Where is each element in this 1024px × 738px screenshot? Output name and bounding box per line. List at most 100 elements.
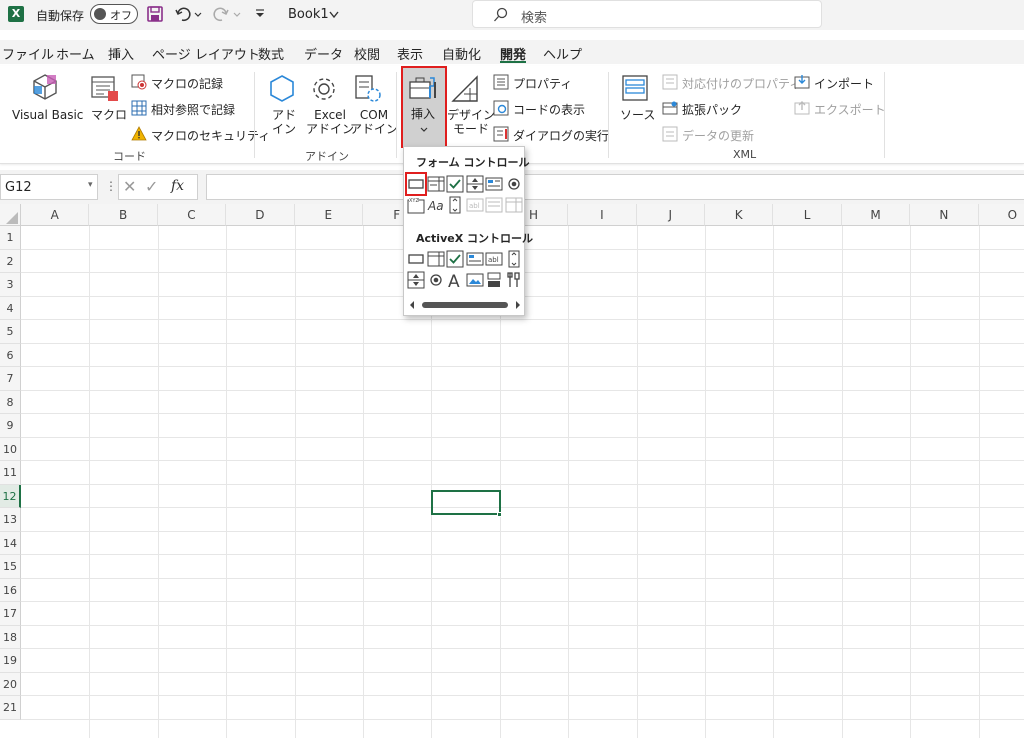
row-header-18[interactable]: 18 <box>0 625 21 649</box>
more-options-icon[interactable]: ⋮ <box>105 179 117 193</box>
option-button-icon[interactable] <box>505 175 523 193</box>
column-header-e[interactable]: E <box>294 204 363 226</box>
macro-security-button[interactable]: マクロのセキュリティ <box>151 127 270 144</box>
activex-checkbox-icon[interactable] <box>446 250 464 268</box>
xml-source-button[interactable]: ソース <box>620 108 655 122</box>
row-header-15[interactable]: 15 <box>0 555 21 579</box>
insert-function-button[interactable]: fx <box>171 178 184 194</box>
book-title[interactable]: Book1 <box>288 7 329 22</box>
more-controls-icon[interactable] <box>505 271 523 289</box>
visual-basic-icon[interactable] <box>30 72 60 102</box>
activex-scroll-bar-icon[interactable] <box>505 250 523 268</box>
column-header-a[interactable]: A <box>21 204 90 226</box>
row-header-12[interactable]: 12 <box>0 484 21 508</box>
autosave-toggle[interactable]: オフ <box>90 4 138 24</box>
column-header-o[interactable]: O <box>978 204 1024 226</box>
com-addin-icon[interactable] <box>354 74 382 104</box>
column-header-m[interactable]: M <box>841 204 911 226</box>
row-header-11[interactable]: 11 <box>0 461 21 485</box>
cancel-icon[interactable]: ✕ <box>123 177 136 196</box>
row-header-14[interactable]: 14 <box>0 531 21 555</box>
row-header-13[interactable]: 13 <box>0 508 21 532</box>
record-macro-button[interactable]: マクロの記録 <box>151 75 223 92</box>
addin-icon[interactable] <box>268 74 296 104</box>
excel-addin-button[interactable]: Excel アドイン <box>306 108 354 136</box>
fill-handle[interactable] <box>497 512 502 517</box>
search-box[interactable]: 検索 <box>472 0 822 28</box>
activex-combo-box-icon[interactable] <box>427 250 445 268</box>
visual-basic-button[interactable]: Visual Basic <box>12 108 83 122</box>
column-header-n[interactable]: N <box>910 204 979 226</box>
com-addin-button[interactable]: COM アドイン <box>350 108 398 136</box>
row-header-19[interactable]: 19 <box>0 649 21 673</box>
tab-help[interactable]: ヘルプ <box>543 44 582 63</box>
tab-formulas[interactable]: 数式 <box>258 44 284 63</box>
row-header-4[interactable]: 4 <box>0 296 21 320</box>
scroll-bar-icon[interactable] <box>446 196 464 214</box>
dropdown-scrollbar[interactable] <box>408 299 522 311</box>
column-header-i[interactable]: I <box>568 204 637 226</box>
name-box[interactable]: G12 <box>0 174 98 200</box>
redo-icon[interactable] <box>212 5 242 23</box>
formula-input[interactable] <box>206 174 1024 200</box>
group-box-icon[interactable]: XYZ <box>407 196 425 214</box>
combo-box-icon[interactable] <box>427 175 445 193</box>
gear-icon[interactable] <box>309 74 339 104</box>
column-header-j[interactable]: J <box>636 204 705 226</box>
activex-list-box-icon[interactable] <box>466 250 484 268</box>
import-button[interactable]: インポート <box>814 75 874 92</box>
refresh-data-button[interactable]: データの更新 <box>682 127 754 144</box>
row-header-5[interactable]: 5 <box>0 320 21 344</box>
chevron-down-icon[interactable] <box>328 10 340 20</box>
tab-automate[interactable]: 自動化 <box>442 44 481 63</box>
export-button[interactable]: エクスポート <box>814 101 886 118</box>
activex-option-button-icon[interactable] <box>427 271 445 289</box>
tab-file[interactable]: ファイル <box>2 44 54 63</box>
design-mode-button[interactable]: デザイン モード <box>447 108 495 136</box>
tab-home[interactable]: ホーム <box>56 44 95 63</box>
column-header-c[interactable]: C <box>157 204 227 226</box>
row-header-16[interactable]: 16 <box>0 578 21 602</box>
view-code-button[interactable]: コードの表示 <box>513 101 585 118</box>
activex-label-icon[interactable]: A <box>446 271 464 289</box>
row-header-1[interactable]: 1 <box>0 226 21 250</box>
customize-qat-icon[interactable] <box>254 8 266 20</box>
tab-page-layout[interactable]: ページ レイアウト <box>152 44 260 63</box>
list-box-icon[interactable] <box>485 175 503 193</box>
label-control-icon[interactable]: Aa <box>427 196 445 214</box>
addin-button[interactable]: アド イン <box>272 108 296 136</box>
row-header-21[interactable]: 21 <box>0 696 21 720</box>
row-header-7[interactable]: 7 <box>0 367 21 391</box>
column-header-k[interactable]: K <box>705 204 774 226</box>
column-header-l[interactable]: L <box>773 204 842 226</box>
tab-review[interactable]: 校閲 <box>354 44 380 63</box>
tab-view[interactable]: 表示 <box>397 44 423 63</box>
selected-cell-g12[interactable] <box>431 490 501 515</box>
map-properties-button[interactable]: 対応付けのプロパティ <box>682 75 801 92</box>
checkbox-icon[interactable] <box>446 175 464 193</box>
macro-button[interactable]: マクロ <box>91 108 127 122</box>
column-header-d[interactable]: D <box>226 204 295 226</box>
row-header-10[interactable]: 10 <box>0 437 21 461</box>
row-header-20[interactable]: 20 <box>0 672 21 696</box>
activex-command-button-icon[interactable] <box>407 250 425 268</box>
select-all-corner[interactable] <box>0 204 21 226</box>
expansion-pack-button[interactable]: 拡張パック <box>682 101 742 118</box>
tab-insert[interactable]: 挿入 <box>108 44 134 63</box>
tab-data[interactable]: データ <box>304 44 343 63</box>
xml-source-icon[interactable] <box>621 74 649 104</box>
save-icon[interactable] <box>146 5 164 23</box>
row-header-8[interactable]: 8 <box>0 390 21 414</box>
relative-reference-button[interactable]: 相対参照で記録 <box>151 101 235 118</box>
row-header-17[interactable]: 17 <box>0 602 21 626</box>
design-mode-icon[interactable] <box>450 74 480 104</box>
activex-image-icon[interactable] <box>466 271 484 289</box>
enter-icon[interactable]: ✓ <box>145 177 158 196</box>
activex-text-box-icon[interactable]: abl <box>485 250 503 268</box>
row-header-3[interactable]: 3 <box>0 273 21 297</box>
spin-button-icon[interactable] <box>466 175 484 193</box>
properties-button[interactable]: プロパティ <box>513 75 572 92</box>
row-header-2[interactable]: 2 <box>0 249 21 273</box>
activex-toggle-button-icon[interactable] <box>485 271 503 289</box>
row-header-9[interactable]: 9 <box>0 414 21 438</box>
